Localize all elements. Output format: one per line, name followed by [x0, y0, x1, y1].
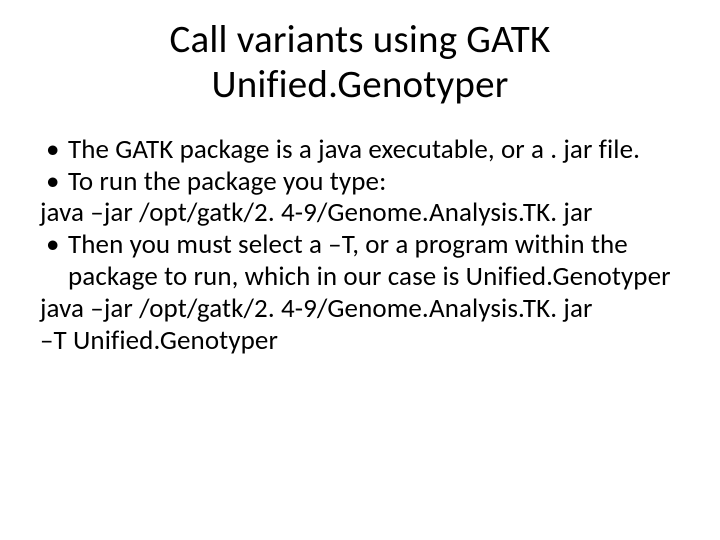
bullet-dot-icon: •	[46, 229, 68, 261]
bullet-text: To run the package you type:	[68, 166, 680, 198]
bullet-dot-icon: •	[46, 166, 68, 198]
code-line: java –jar /opt/gatk/2. 4-9/Genome.Analys…	[40, 293, 680, 325]
code-line: –T Unified.Genotyper	[40, 325, 680, 357]
slide-body: • The GATK package is a java executable,…	[40, 134, 680, 357]
code-text: –T Unified.Genotyper	[40, 324, 278, 357]
bullet-item: • Then you must select a –T, or a progra…	[40, 229, 680, 293]
code-text: java –jar /opt/gatk/2. 4-9/Genome.Analys…	[40, 292, 593, 325]
code-line: java –jar /opt/gatk/2. 4-9/Genome.Analys…	[40, 197, 680, 229]
bullet-item: • The GATK package is a java executable,…	[40, 134, 680, 166]
title-line-2: Unified.Genotyper	[211, 61, 508, 108]
bullet-dot-icon: •	[46, 134, 68, 166]
bullet-text: The GATK package is a java executable, o…	[68, 134, 680, 166]
slide-title: Call variants using GATK Unified.Genotyp…	[40, 18, 680, 108]
bullet-text: Then you must select a –T, or a program …	[68, 229, 680, 293]
title-line-1: Call variants using GATK	[170, 16, 551, 63]
slide: Call variants using GATK Unified.Genotyp…	[0, 0, 720, 540]
bullet-item: • To run the package you type:	[40, 166, 680, 198]
code-text: java –jar /opt/gatk/2. 4-9/Genome.Analys…	[40, 196, 593, 229]
